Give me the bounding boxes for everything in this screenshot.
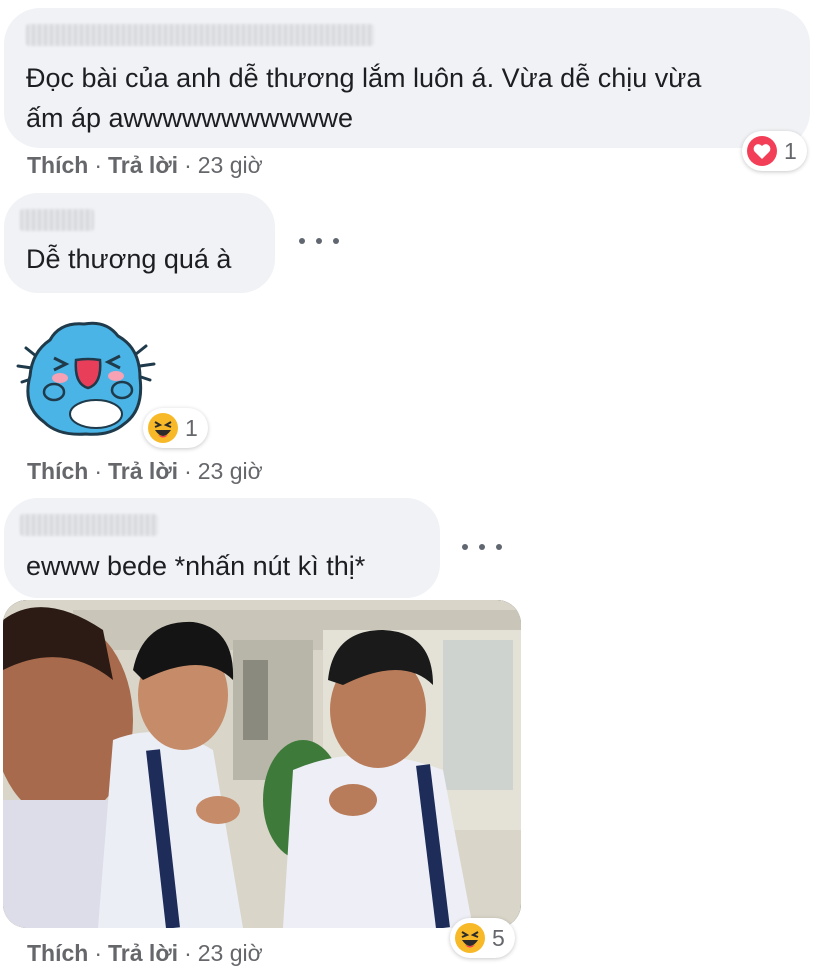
comment-timestamp[interactable]: 23 giờ bbox=[198, 940, 263, 966]
comment-actions-1: Thích · Trả lời · 23 giờ bbox=[27, 152, 263, 179]
comment-actions-2: Thích · Trả lời · 23 giờ bbox=[27, 458, 263, 485]
reaction-summary-3[interactable]: 5 bbox=[450, 918, 515, 958]
more-options-icon[interactable] bbox=[462, 537, 502, 557]
laughing-face-icon bbox=[455, 923, 485, 953]
comment-bubble-1: Đọc bài của anh dễ thương lắm luôn á. Vừ… bbox=[4, 8, 810, 148]
like-link[interactable]: Thích bbox=[27, 152, 88, 178]
more-options-icon[interactable] bbox=[299, 231, 339, 251]
comment-text: ewww bede *nhấn nút kì thị* bbox=[26, 551, 366, 581]
photo-content bbox=[3, 600, 521, 928]
separator-dot: · bbox=[184, 940, 192, 966]
separator-dot: · bbox=[94, 152, 103, 178]
three-students-in-school-uniforms-photo[interactable] bbox=[3, 600, 521, 928]
comment-timestamp[interactable]: 23 giờ bbox=[198, 458, 263, 484]
like-link[interactable]: Thích bbox=[27, 458, 88, 484]
reaction-summary-1[interactable]: 1 bbox=[742, 131, 807, 171]
commenter-name-redacted[interactable] bbox=[20, 514, 158, 536]
comment-actions-4: Thích · Trả lời · 23 giờ bbox=[27, 940, 263, 967]
blue-cat-laughing-sticker bbox=[16, 321, 156, 436]
laughing-face-icon bbox=[148, 413, 178, 443]
comment-text: Dễ thương quá à bbox=[26, 244, 232, 274]
separator-dot: · bbox=[94, 940, 103, 966]
reaction-summary-2[interactable]: 1 bbox=[143, 408, 208, 448]
reply-link[interactable]: Trả lời bbox=[108, 940, 178, 966]
reaction-count: 5 bbox=[492, 924, 505, 951]
comment-bubble-2: Dễ thương quá à bbox=[4, 193, 275, 293]
commenter-name-redacted[interactable] bbox=[20, 209, 94, 231]
heart-icon bbox=[747, 136, 777, 166]
comment-timestamp[interactable]: 23 giờ bbox=[198, 152, 263, 178]
reaction-count: 1 bbox=[784, 137, 797, 164]
separator-dot: · bbox=[184, 458, 192, 484]
reply-link[interactable]: Trả lời bbox=[108, 152, 178, 178]
comment-text-line: ấm áp awwwwwwwwwwwe bbox=[26, 103, 354, 133]
commenter-name-redacted[interactable] bbox=[26, 24, 374, 46]
comment-bubble-4: ewww bede *nhấn nút kì thị* bbox=[4, 498, 440, 598]
reply-link[interactable]: Trả lời bbox=[108, 458, 178, 484]
comment-text-line: Đọc bài của anh dễ thương lắm luôn á. Vừ… bbox=[26, 63, 702, 93]
reaction-count: 1 bbox=[185, 414, 198, 441]
separator-dot: · bbox=[94, 458, 103, 484]
separator-dot: · bbox=[184, 152, 192, 178]
like-link[interactable]: Thích bbox=[27, 940, 88, 966]
